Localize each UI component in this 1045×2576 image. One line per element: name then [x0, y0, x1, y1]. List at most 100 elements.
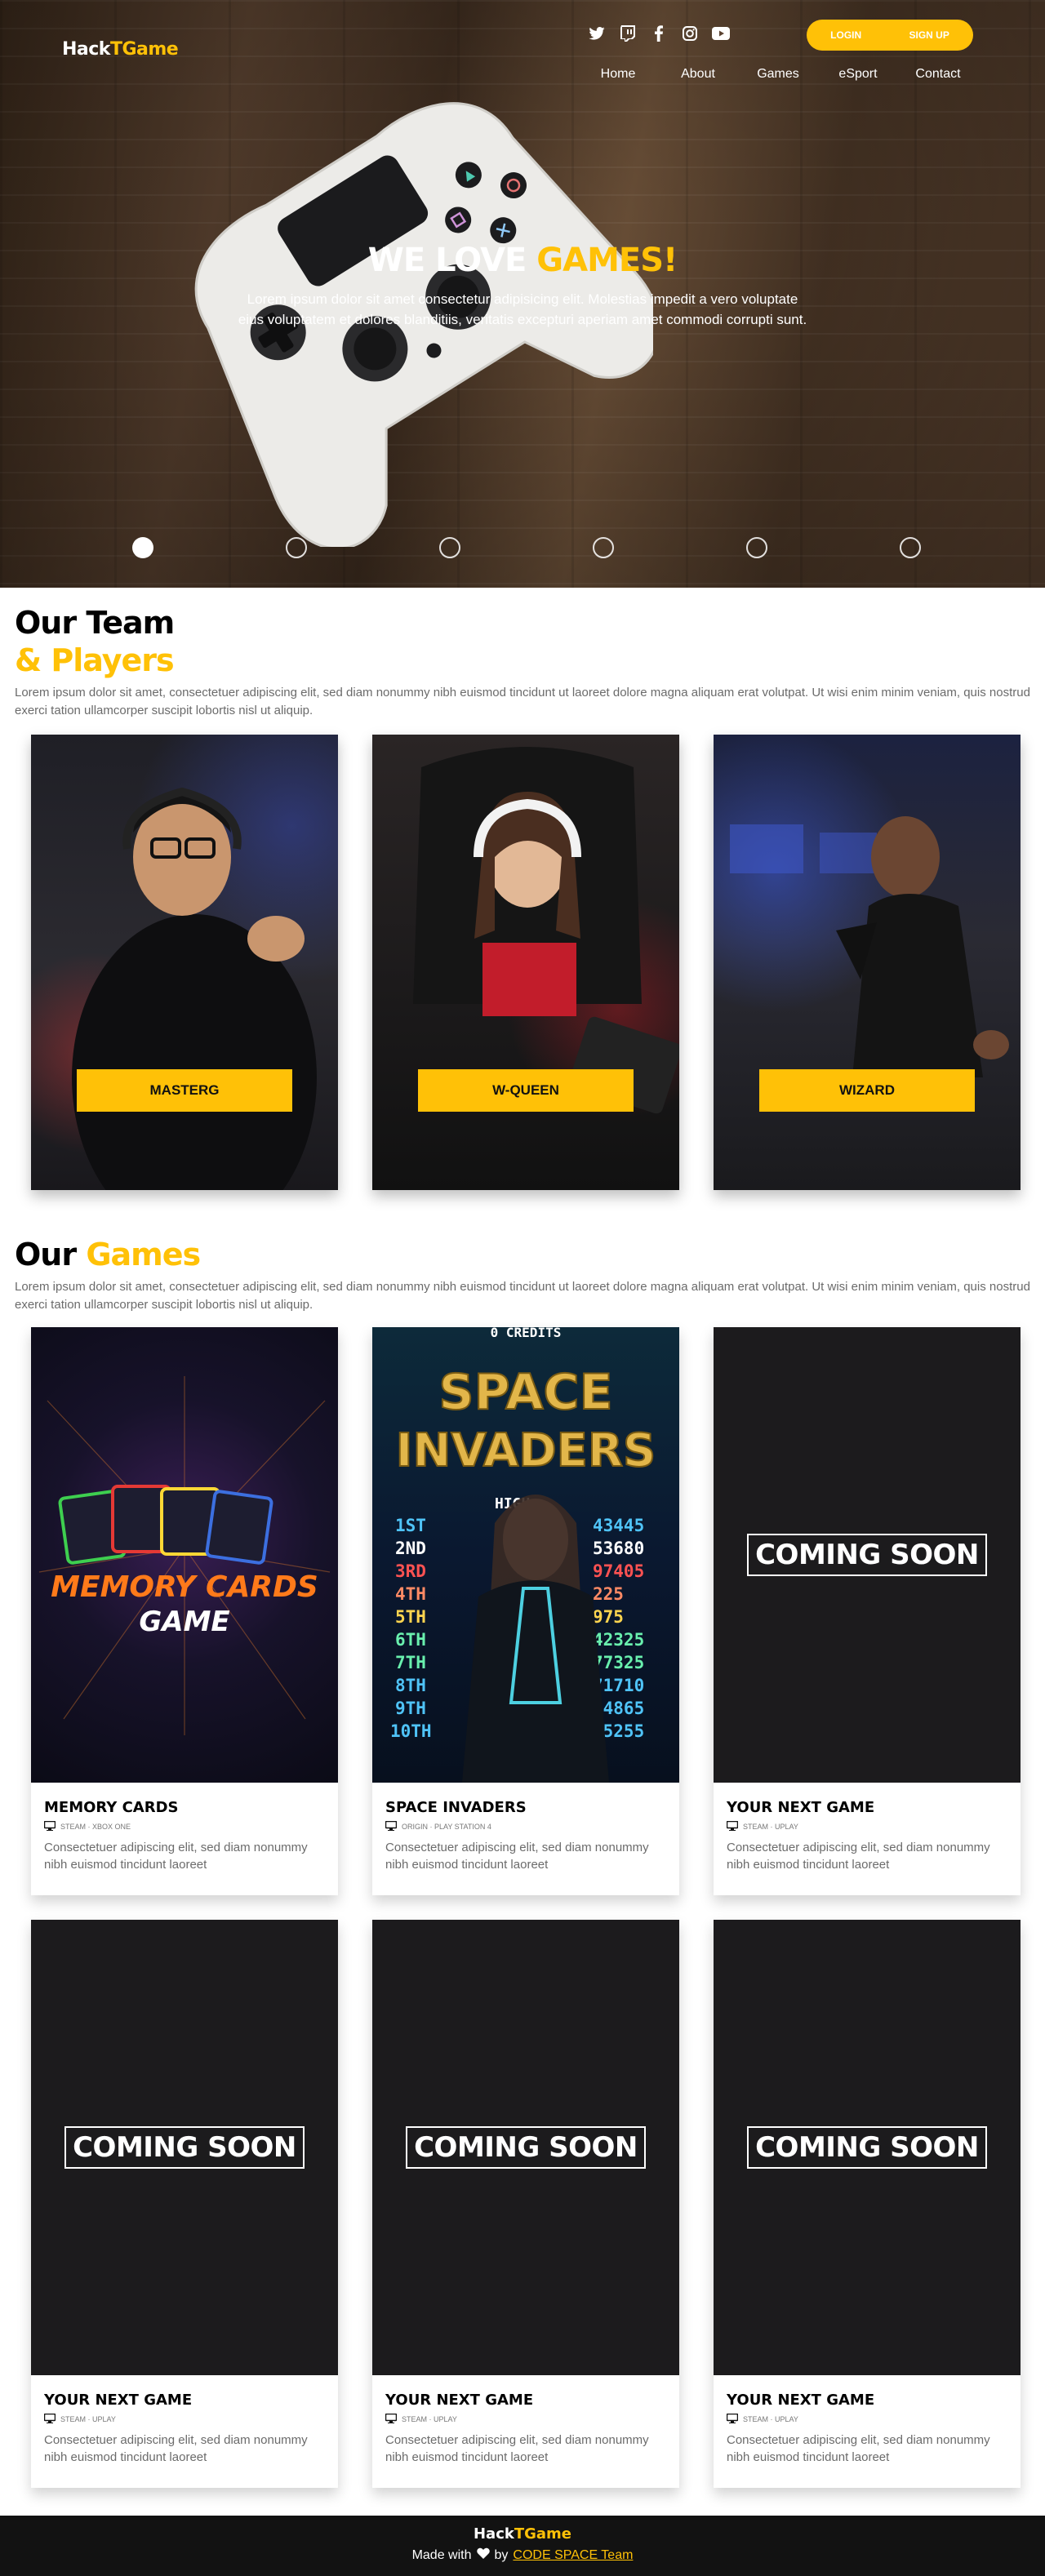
player-card[interactable]: WIZARD [714, 735, 1021, 1190]
nav-esport[interactable]: eSport [818, 67, 898, 82]
team-description: Lorem ipsum dolor sit amet, consectetuer… [15, 686, 1030, 717]
space-invaders-art: 0 CREDITS SPACE INVADERS HIGH 1ST43445 2… [390, 1327, 656, 1783]
svg-text:8TH: 8TH [395, 1676, 426, 1695]
game-platform: STEAM · UPLAY [385, 2413, 666, 2425]
youtube-icon[interactable] [712, 24, 730, 42]
game-platform: STEAM · UPLAY [726, 2413, 1007, 2425]
carousel-dot-3[interactable] [439, 537, 460, 558]
carousel-dot-5[interactable] [746, 537, 767, 558]
game-title: YOUR NEXT GAME [385, 2392, 534, 2409]
game-platform-text: STEAM · UPLAY [402, 2415, 457, 2423]
auth-pill: LOGIN SIGN UP [807, 20, 973, 51]
nav-contact[interactable]: Contact [898, 67, 978, 82]
carousel-dot-2[interactable] [286, 537, 307, 558]
monitor-icon [385, 2413, 398, 2425]
footer-by: by [494, 2547, 509, 2562]
hero-title: WE LOVE GAMES! [237, 242, 808, 279]
game-title: YOUR NEXT GAME [727, 1799, 875, 1816]
footer-made-with: Made with [411, 2547, 472, 2562]
game-card[interactable]: COMING SOON YOUR NEXT GAME STEAM · UPLAY… [714, 1920, 1021, 2488]
team-title-line1: Our Team [15, 605, 175, 641]
nav-about[interactable]: About [658, 67, 738, 82]
main-nav: Home About Games eSport Contact [578, 67, 978, 82]
player-photo [730, 816, 1009, 1077]
team-grid: MASTERG W-QUEEN WIZARD [15, 735, 1030, 1190]
game-card[interactable]: COMING SOON YOUR NEXT GAME STEAM · UPLAY… [31, 1920, 338, 2488]
svg-text:6TH: 6TH [395, 1630, 426, 1650]
login-button[interactable]: LOGIN [830, 29, 861, 41]
game-title: YOUR NEXT GAME [44, 2392, 193, 2409]
game-info: MEMORY CARDS STEAM · XBOX ONE Consectetu… [31, 1783, 338, 1873]
game-image-coming-soon: COMING SOON [714, 1327, 1021, 1783]
carousel-dot-1[interactable] [132, 537, 153, 558]
twitch-icon[interactable] [619, 24, 637, 42]
svg-text:225: 225 [593, 1584, 624, 1604]
game-info: YOUR NEXT GAME STEAM · UPLAY Consectetue… [714, 2375, 1021, 2466]
game-image-space-invaders: 0 CREDITS SPACE INVADERS HIGH 1ST43445 2… [372, 1327, 679, 1783]
game-description: Consectetuer adipiscing elit, sed diam n… [385, 2433, 649, 2464]
player-name-badge: WIZARD [759, 1069, 975, 1112]
coming-soon-label: COMING SOON [747, 1534, 987, 1576]
game-image-coming-soon: COMING SOON [372, 1920, 679, 2375]
game-info: YOUR NEXT GAME STEAM · UPLAY Consectetue… [31, 2375, 338, 2466]
footer-logo-white: Hack [473, 2525, 514, 2543]
twitter-icon[interactable] [588, 24, 606, 42]
signup-button[interactable]: SIGN UP [909, 29, 949, 41]
site-logo[interactable]: HackTGame [62, 39, 179, 60]
carousel-dot-6[interactable] [900, 537, 921, 558]
footer-logo[interactable]: HackTGame [0, 2525, 1045, 2543]
game-title: MEMORY CARDS [44, 1799, 179, 1816]
games-grid: MEMORY CARDS GAME MEMORY CARDS STEAM · X… [15, 1327, 1030, 2488]
game-title: YOUR NEXT GAME [727, 2392, 875, 2409]
games-section: Our Games Lorem ipsum dolor sit amet, co… [0, 1190, 1045, 2488]
games-title: Our Games [15, 1236, 1030, 1273]
footer-team-link[interactable]: CODE SPACE Team [513, 2548, 633, 2563]
game-platform-text: STEAM · UPLAY [743, 1823, 798, 1831]
nav-home[interactable]: Home [578, 67, 658, 82]
space-invaders-logo: SPACE [438, 1364, 612, 1421]
game-info: SPACE INVADERS ORIGIN · PLAY STATION 4 C… [372, 1783, 679, 1873]
social-links [588, 24, 730, 42]
team-section: Our Team & Players Lorem ipsum dolor sit… [0, 588, 1045, 1190]
game-card[interactable]: MEMORY CARDS GAME MEMORY CARDS STEAM · X… [31, 1327, 338, 1895]
memory-cards-logo-line2: GAME [139, 1606, 229, 1638]
nav-games[interactable]: Games [738, 67, 818, 82]
game-platform-text: STEAM · XBOX ONE [60, 1823, 131, 1831]
carousel-dot-4[interactable] [593, 537, 614, 558]
coming-soon-label: COMING SOON [747, 2126, 987, 2169]
game-description: Consectetuer adipiscing elit, sed diam n… [727, 2433, 990, 2464]
coming-soon-label: COMING SOON [406, 2126, 646, 2169]
svg-text:43445: 43445 [593, 1516, 644, 1535]
games-title-accent: Games [86, 1237, 201, 1272]
player-photo [413, 747, 679, 1114]
team-title-line2: & Players [15, 642, 175, 678]
games-title-white: Our [15, 1237, 87, 1272]
monitor-icon [726, 2413, 739, 2425]
svg-text:10TH: 10TH [390, 1721, 432, 1741]
game-title: SPACE INVADERS [385, 1799, 527, 1816]
svg-text:77325: 77325 [593, 1653, 644, 1672]
game-description: Consectetuer adipiscing elit, sed diam n… [44, 1841, 308, 1872]
game-description: Consectetuer adipiscing elit, sed diam n… [727, 1841, 990, 1872]
game-card[interactable]: 0 CREDITS SPACE INVADERS HIGH 1ST43445 2… [372, 1327, 679, 1895]
player-name-badge: W-QUEEN [418, 1069, 634, 1112]
svg-text:3RD: 3RD [395, 1561, 426, 1581]
monitor-icon [43, 1820, 56, 1832]
logo-text-accent: TGame [109, 39, 179, 60]
game-card[interactable]: COMING SOON YOUR NEXT GAME STEAM · UPLAY… [372, 1920, 679, 2488]
hero-title-white: WE LOVE [367, 242, 537, 279]
game-platform: STEAM · UPLAY [726, 1820, 1007, 1832]
svg-text:7TH: 7TH [395, 1653, 426, 1672]
instagram-icon[interactable] [681, 24, 699, 42]
game-platform-text: STEAM · UPLAY [743, 2415, 798, 2423]
svg-text:975: 975 [593, 1607, 624, 1627]
logo-text-white: Hack [62, 39, 110, 60]
game-platform: STEAM · XBOX ONE [43, 1820, 325, 1832]
svg-text:4TH: 4TH [395, 1584, 426, 1604]
facebook-icon[interactable] [650, 24, 668, 42]
hero-banner: HackTGame LOGIN SIGN UP Home About Games… [0, 0, 1045, 588]
player-card[interactable]: MASTERG [31, 735, 338, 1190]
player-card[interactable]: W-QUEEN [372, 735, 679, 1190]
game-card[interactable]: COMING SOON YOUR NEXT GAME STEAM · UPLAY… [714, 1327, 1021, 1895]
svg-text:53680: 53680 [593, 1539, 644, 1558]
